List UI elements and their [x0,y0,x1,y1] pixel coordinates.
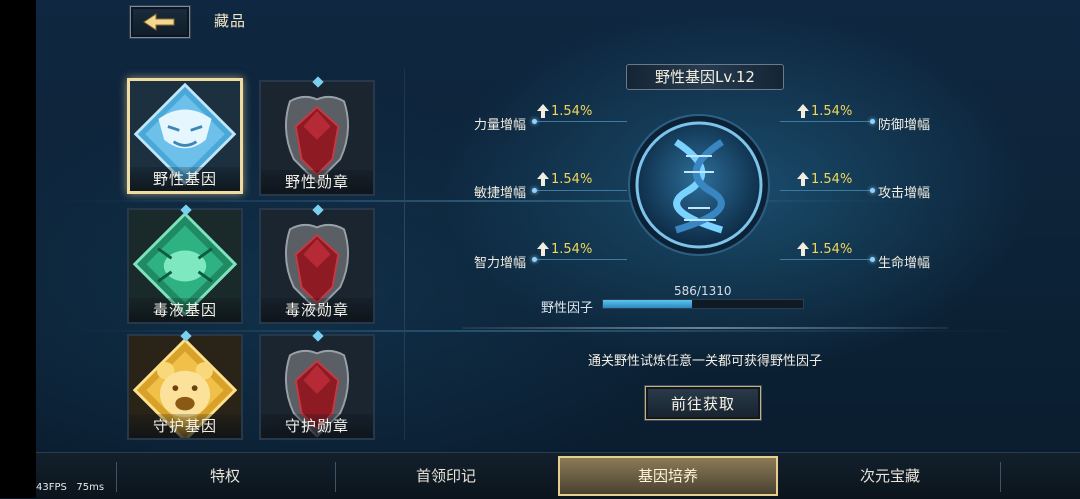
up-arrow-icon [797,242,809,256]
stat-connector [537,121,627,122]
card-venom-medal[interactable]: 毒液勋章 [259,208,375,324]
stat-agility-value: 1.54% [551,172,593,187]
tab-gene-cultivation[interactable]: 基因培养 [558,456,778,496]
stat-defense-label: 防御增幅 [878,118,931,133]
up-arrow-icon [797,172,809,186]
stat-agility-label: 敏捷增幅 [474,186,527,201]
back-button[interactable] [130,6,190,38]
stat-dot [870,257,875,262]
card-wild-medal[interactable]: 野性勋章 [259,80,375,196]
stat-connector [537,190,627,191]
stat-dot [870,119,875,124]
stat-connector [537,259,627,260]
card-label: 野性勋章 [261,170,373,194]
card-guard-medal[interactable]: 守护勋章 [259,334,375,440]
tab-separator [1000,462,1001,492]
dna-emblem [628,114,770,256]
gene-level-title: 野性基因Lv.12 [626,64,784,90]
card-label: 毒液勋章 [261,298,373,322]
go-acquire-button[interactable]: 前往获取 [645,386,761,420]
card-wild-gene[interactable]: 野性基因 [127,78,243,194]
screen-edge [0,0,36,498]
stat-attack-label: 攻击增幅 [878,186,931,201]
stat-dot [532,119,537,124]
fps-value: 43FPS [36,482,67,493]
page-title: 藏品 [214,12,247,30]
stat-health-value: 1.54% [811,242,853,257]
stat-strength-label: 力量增幅 [474,118,527,133]
section-divider [462,327,948,329]
card-venom-gene[interactable]: 毒液基因 [127,208,243,324]
stat-attack-value: 1.54% [811,172,853,187]
stat-connector [780,121,872,122]
stat-strength-value: 1.54% [551,104,593,119]
stat-intelligence-value: 1.54% [551,242,593,257]
tab-boss-mark[interactable]: 首领印记 [336,456,556,496]
acquire-hint: 通关野性试炼任意一关都可获得野性因子 [587,354,822,369]
stat-dot [870,188,875,193]
tab-privilege[interactable]: 特权 [116,456,334,496]
stat-connector [780,190,872,191]
stat-defense-value: 1.54% [811,104,853,119]
card-guard-gene[interactable]: 守护基因 [127,334,243,440]
up-arrow-icon [537,242,549,256]
panel-divider [404,68,405,440]
back-arrow-icon [143,13,175,31]
factor-progress-fill [603,300,693,308]
tab-dimension-treasure[interactable]: 次元宝藏 [780,456,1000,496]
card-label: 毒液基因 [129,298,241,322]
factor-progress-bar [602,299,804,309]
stat-intelligence-label: 智力增幅 [474,256,527,271]
stat-dot [532,257,537,262]
factor-label: 野性因子 [541,301,594,316]
fps-counter: 43FPS 75ms [36,482,104,493]
card-label: 守护勋章 [261,414,373,438]
stat-health-label: 生命增幅 [878,256,931,271]
stat-connector [780,259,872,260]
factor-count: 586/1310 [674,284,732,298]
card-label: 野性基因 [130,167,240,191]
up-arrow-icon [537,104,549,118]
frame-time: 75ms [76,482,105,493]
up-arrow-icon [797,104,809,118]
stat-dot [532,188,537,193]
up-arrow-icon [537,172,549,186]
card-label: 守护基因 [129,414,241,438]
